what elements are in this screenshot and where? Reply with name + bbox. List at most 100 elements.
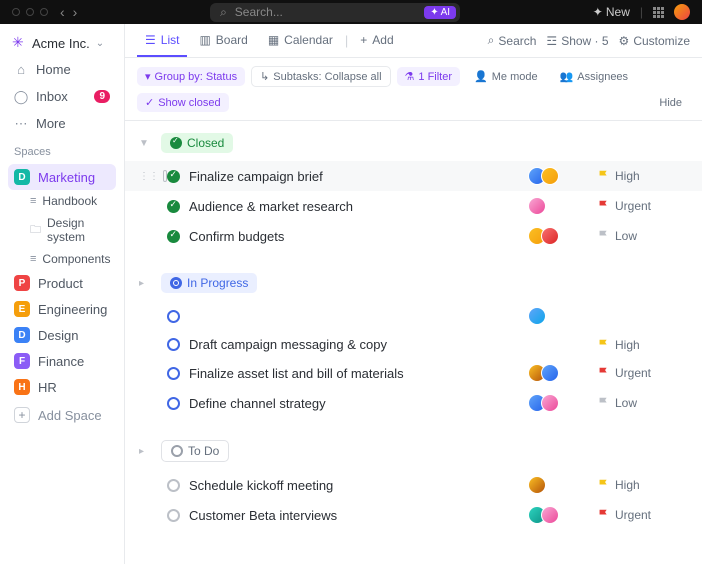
more-icon: ⋯ xyxy=(14,117,28,131)
group-header-in-progress[interactable]: ▸ In Progress xyxy=(125,265,702,301)
board-icon: ▥ xyxy=(199,33,210,47)
task-name[interactable]: Audience & market research xyxy=(185,199,528,214)
hide-button[interactable]: Hide xyxy=(651,94,690,112)
status-ring[interactable] xyxy=(167,310,180,323)
user-avatar[interactable] xyxy=(674,4,690,20)
collapse-icon[interactable]: ▸ xyxy=(139,446,153,457)
space-marketing[interactable]: DMarketing xyxy=(8,164,116,190)
status-ring[interactable] xyxy=(167,397,180,410)
assignees xyxy=(528,227,598,245)
task-row[interactable]: ⋮⋮Define channel strategyLow xyxy=(125,388,702,418)
subtasks-chip[interactable]: ↳Subtasks: Collapse all xyxy=(251,66,390,87)
collapse-icon[interactable]: ▸ xyxy=(139,278,153,289)
status-ring[interactable] xyxy=(167,479,180,492)
flag-icon xyxy=(598,367,610,379)
collapse-icon[interactable]: ▼ xyxy=(139,138,153,149)
assignee-avatar[interactable] xyxy=(528,476,546,494)
me-mode-chip[interactable]: 👤Me mode xyxy=(466,67,546,86)
inbox-icon: ◯ xyxy=(14,90,28,104)
status-ring[interactable] xyxy=(167,170,180,183)
new-button[interactable]: ✦ New xyxy=(593,5,630,19)
apps-icon[interactable] xyxy=(653,7,664,18)
priority[interactable]: Urgent xyxy=(598,366,688,380)
sub-design-system[interactable]: 🗀Design system xyxy=(8,212,116,248)
ai-badge[interactable]: ✦ AI xyxy=(424,6,456,19)
drag-handle[interactable]: ⋮⋮ xyxy=(139,171,159,182)
assignees-chip[interactable]: 👥Assignees xyxy=(552,67,636,86)
sub-components[interactable]: ≡Components xyxy=(8,248,116,270)
group-chip[interactable]: ▾Group by: Status xyxy=(137,67,245,86)
space-icon: P xyxy=(14,275,30,291)
space-label: HR xyxy=(38,380,57,395)
task-name[interactable]: Customer Beta interviews xyxy=(185,508,528,523)
assignee-avatar[interactable] xyxy=(541,506,559,524)
priority[interactable]: High xyxy=(598,169,688,183)
tab-board[interactable]: ▥Board xyxy=(191,25,255,57)
status-ring[interactable] xyxy=(167,338,180,351)
add-space[interactable]: +Add Space xyxy=(8,402,116,428)
status-ring[interactable] xyxy=(167,200,180,213)
priority-label: Low xyxy=(615,396,637,410)
search-button[interactable]: ⌕Search xyxy=(488,33,537,48)
space-design[interactable]: DDesign xyxy=(8,322,116,348)
priority[interactable]: Low xyxy=(598,396,688,410)
task-name[interactable]: Finalize asset list and bill of material… xyxy=(185,366,528,381)
task-row[interactable]: ⋮⋮Customer Beta interviewsUrgent xyxy=(125,500,702,530)
show-closed-chip[interactable]: ✓Show closed xyxy=(137,93,229,112)
workspace-switcher[interactable]: Acme Inc. ⌄ xyxy=(8,32,116,55)
tab-list[interactable]: ☰List xyxy=(137,25,187,57)
space-finance[interactable]: FFinance xyxy=(8,348,116,374)
assignee-avatar[interactable] xyxy=(528,197,546,215)
status-label: In Progress xyxy=(187,276,248,290)
priority[interactable]: High xyxy=(598,478,688,492)
status-ring[interactable] xyxy=(167,367,180,380)
task-row[interactable]: ⋮⋮Audience & market researchUrgent xyxy=(125,191,702,221)
global-search[interactable]: ⌕ Search... ✦ AI xyxy=(210,3,460,22)
space-icon: E xyxy=(14,301,30,317)
assignee-avatar[interactable] xyxy=(541,394,559,412)
priority[interactable]: High xyxy=(598,338,688,352)
show-button[interactable]: ☲Show · 5 xyxy=(546,33,608,48)
assignee-avatar[interactable] xyxy=(541,364,559,382)
assignees xyxy=(528,364,598,382)
task-row[interactable]: ⋮⋮ Finalize campaign brief High xyxy=(125,161,702,191)
nav-inbox[interactable]: ◯Inbox9 xyxy=(8,84,116,109)
task-name[interactable]: Draft campaign messaging & copy xyxy=(185,337,528,352)
search-placeholder: Search... xyxy=(235,5,283,19)
sub-handbook[interactable]: ≡Handbook xyxy=(8,190,116,212)
priority[interactable]: Urgent xyxy=(598,199,688,213)
assignee-avatar[interactable] xyxy=(541,227,559,245)
task-row[interactable]: ⋮⋮Draft campaign messaging & copyHigh xyxy=(125,331,702,358)
task-row[interactable]: ⋮⋮Finalize asset list and bill of materi… xyxy=(125,358,702,388)
history-nav[interactable]: ‹› xyxy=(60,4,77,20)
task-row[interactable]: ⋮⋮ xyxy=(125,301,702,331)
nav-more[interactable]: ⋯More xyxy=(8,111,116,136)
space-hr[interactable]: HHR xyxy=(8,374,116,400)
task-row[interactable]: ⋮⋮Confirm budgetsLow xyxy=(125,221,702,251)
status-ring[interactable] xyxy=(167,230,180,243)
group-header-to-do[interactable]: ▸To Do xyxy=(125,432,702,470)
space-product[interactable]: PProduct xyxy=(8,270,116,296)
tab-add[interactable]: +Add xyxy=(352,25,401,57)
priority[interactable]: Low xyxy=(598,229,688,243)
group-header-closed[interactable]: ▼Closed xyxy=(125,125,702,161)
assignee-avatar[interactable] xyxy=(528,307,546,325)
task-name[interactable]: Define channel strategy xyxy=(185,396,528,411)
tab-calendar[interactable]: ▦Calendar xyxy=(260,25,341,57)
task-name[interactable]: Finalize campaign brief xyxy=(185,169,528,184)
priority[interactable]: Urgent xyxy=(598,508,688,522)
task-name[interactable]: Confirm budgets xyxy=(185,229,528,244)
flag-icon xyxy=(598,170,610,182)
space-engineering[interactable]: EEngineering xyxy=(8,296,116,322)
nav-home[interactable]: ⌂Home xyxy=(8,57,116,82)
priority-label: High xyxy=(615,169,640,183)
search-icon: ⌕ xyxy=(488,33,495,48)
assignee-avatar[interactable] xyxy=(541,167,559,185)
window-controls[interactable] xyxy=(12,8,48,16)
customize-button[interactable]: ⚙Customize xyxy=(619,33,690,48)
status-ring[interactable] xyxy=(167,509,180,522)
status-dot xyxy=(170,137,182,149)
filter-chip[interactable]: ⚗1 Filter xyxy=(397,67,461,86)
task-row[interactable]: ⋮⋮Schedule kickoff meetingHigh xyxy=(125,470,702,500)
task-name[interactable]: Schedule kickoff meeting xyxy=(185,478,528,493)
